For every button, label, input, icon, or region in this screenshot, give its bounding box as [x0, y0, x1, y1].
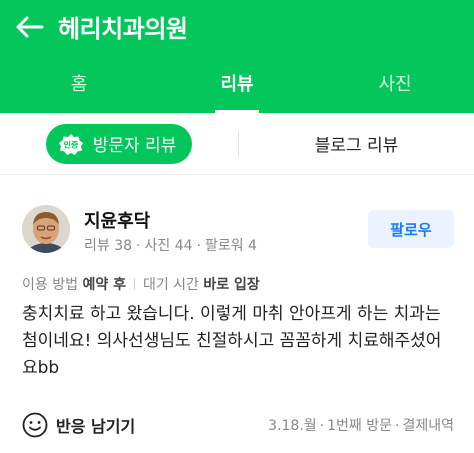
review-meta: 3.18.월 · 1번째 방문 · 결제내역 — [268, 418, 454, 434]
page-title: 헤리치과의원 — [58, 15, 188, 43]
reviewer-profile: 지윤후닥 리뷰 38 · 사진 44 · 팔로워 4 팔로우 — [22, 205, 454, 257]
wait-time-value: 바로 입장 — [203, 277, 260, 293]
smiley-icon — [22, 412, 48, 438]
review-type-tabs: 인증 방문자 리뷰 블로그 리뷰 — [0, 113, 474, 175]
visit-info-divider — [133, 278, 135, 290]
leave-reaction-label: 반응 남기기 — [56, 417, 136, 436]
blog-review-label: 블로그 리뷰 — [314, 136, 399, 156]
tab-bar: 홈 리뷰 사진 — [0, 53, 474, 113]
receipt-type: 결제내역 — [402, 418, 454, 434]
verified-badge-text: 인증 — [63, 139, 78, 149]
reviewer-stats: 리뷰 38 · 사진 44 · 팔로워 4 — [84, 238, 257, 254]
avatar[interactable] — [22, 205, 70, 253]
visit-count: 1번째 방문 — [327, 418, 393, 434]
blog-review-tab[interactable]: 블로그 리뷰 — [239, 113, 474, 175]
review-footer: 반응 남기기 3.18.월 · 1번째 방문 · 결제내역 — [22, 410, 454, 440]
tab-reviews-label: 리뷰 — [220, 74, 254, 95]
review-count: 리뷰 38 — [84, 238, 133, 254]
visit-method-value: 예약 후 — [82, 277, 126, 293]
follow-button[interactable]: 팔로우 — [368, 210, 454, 248]
back-button[interactable] — [0, 0, 58, 53]
tab-home-label: 홈 — [70, 74, 88, 95]
tab-photos-label: 사진 — [378, 74, 412, 95]
visitor-review-label: 방문자 리뷰 — [92, 136, 177, 156]
tab-home[interactable]: 홈 — [0, 53, 158, 113]
visit-info: 이용 방법 예약 후 대기 시간 바로 입장 — [22, 274, 260, 294]
review-card: 지윤후닥 리뷰 38 · 사진 44 · 팔로워 4 팔로우 이용 방법 예약 후 대기 … — [0, 175, 474, 453]
back-arrow-icon — [16, 16, 44, 37]
reviewer-name[interactable]: 지윤후닥 — [84, 207, 150, 233]
leave-reaction-button[interactable]: 반응 남기기 — [22, 412, 135, 438]
visit-method-label: 이용 방법 — [22, 277, 78, 293]
wait-time-label: 대기 시간 — [142, 277, 199, 293]
app-bar: 헤리치과의원 — [0, 0, 474, 53]
tab-reviews[interactable]: 리뷰 — [158, 53, 316, 113]
visit-date: 3.18.월 — [268, 418, 317, 434]
review-text[interactable]: 충치치료 하고 왔습니다. 이렇게 마취 안아프게 하는 치과는 첨이네요! 의… — [22, 301, 454, 382]
visitor-review-tab[interactable]: 인증 방문자 리뷰 — [45, 123, 193, 164]
photo-count: 사진 44 — [144, 238, 193, 254]
verified-badge-icon: 인증 — [57, 132, 85, 156]
tab-photos[interactable]: 사진 — [316, 53, 474, 113]
follower-count: 팔로워 4 — [204, 238, 257, 254]
